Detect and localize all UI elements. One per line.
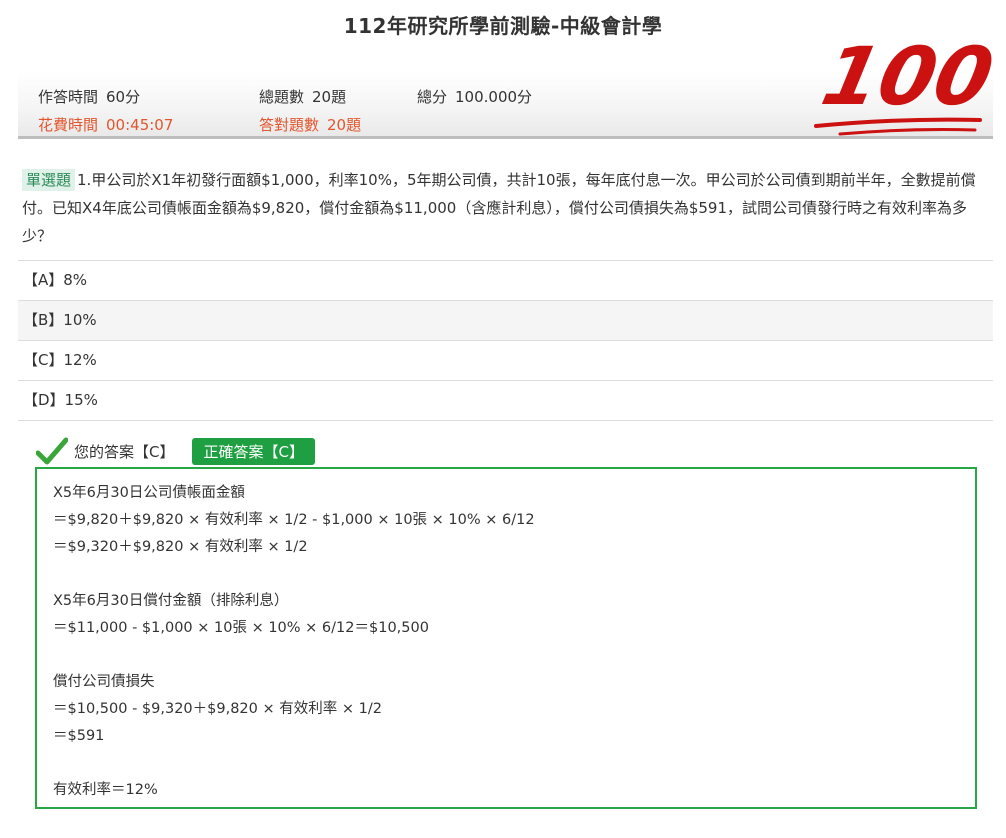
- question-number: 1.: [77, 171, 92, 189]
- time-spent: 花費時間 00:45:07: [38, 114, 173, 135]
- explanation-line: X5年6月30日公司債帳面金額: [53, 485, 245, 501]
- correct-count-value: 20題: [327, 116, 362, 134]
- exam-title: 112年研究所學前測驗-中級會計學: [343, 14, 663, 38]
- explanation-line: ＝$591: [53, 728, 105, 744]
- correct-count-label: 答對題數: [259, 116, 320, 134]
- time-spent-value: 00:45:07: [106, 116, 174, 134]
- exam-info-bar: 作答時間 60分 總題數 20題 總分 100.000分 花費時間 00:45:07 答…: [18, 72, 993, 139]
- explanation-line: X5年6月30日償付金額（排除利息）: [53, 593, 289, 609]
- time-spent-label: 花費時間: [38, 116, 99, 134]
- answer-time-label: 作答時間: [38, 88, 99, 106]
- answer-time-value: 60分: [106, 88, 141, 106]
- total-questions-label: 總題數: [259, 88, 305, 106]
- explanation-line: [53, 642, 959, 669]
- total-score: 總分 100.000分: [417, 86, 532, 107]
- option-b[interactable]: 【B】10%: [18, 301, 993, 341]
- option-c[interactable]: 【C】12%: [18, 341, 993, 381]
- question-text: 單選題 1.甲公司於X1年初發行面額$1,000，利率10%，5年期公司債，共計1…: [22, 166, 990, 250]
- question-body: 甲公司於X1年初發行面額$1,000，利率10%，5年期公司債，共計10張，每年…: [22, 171, 976, 245]
- answer-result-row: 您的答案【C】 正確答案【C】: [36, 436, 315, 466]
- total-questions: 總題數 20題: [259, 86, 346, 107]
- answer-time: 作答時間 60分: [38, 86, 140, 107]
- explanation-line: [53, 750, 959, 777]
- option-a[interactable]: 【A】8%: [18, 261, 993, 301]
- explanation-line: ＝$10,500 - $9,320＋$9,820 × 有效利率 × 1/2: [53, 701, 382, 717]
- question-type-badge: 單選題: [22, 169, 76, 191]
- explanation-line: 有效利率＝12%: [53, 782, 158, 798]
- explanation-line: ＝$9,820＋$9,820 × 有效利率 × 1/2 - $1,000 × 1…: [53, 512, 535, 528]
- correct-answer-badge: 正確答案【C】: [192, 437, 315, 465]
- option-d[interactable]: 【D】15%: [18, 381, 993, 421]
- answer-options: 【A】8% 【B】10% 【C】12% 【D】15%: [18, 260, 993, 421]
- checkmark-icon: [36, 437, 68, 465]
- explanation-box: X5年6月30日公司債帳面金額 ＝$9,820＋$9,820 × 有效利率 × …: [35, 467, 977, 809]
- explanation-line: ＝$11,000 - $1,000 × 10張 × 10% × 6/12＝$10…: [53, 620, 429, 636]
- explanation-line: ＝$9,320＋$9,820 × 有效利率 × 1/2: [53, 539, 308, 555]
- explanation-line: [53, 561, 959, 588]
- total-questions-value: 20題: [312, 88, 347, 106]
- total-score-value: 100.000分: [455, 88, 533, 106]
- explanation-line: 償付公司債損失: [53, 674, 155, 690]
- total-score-label: 總分: [417, 88, 448, 106]
- correct-count: 答對題數 20題: [259, 114, 361, 135]
- your-answer: 您的答案【C】: [74, 442, 175, 461]
